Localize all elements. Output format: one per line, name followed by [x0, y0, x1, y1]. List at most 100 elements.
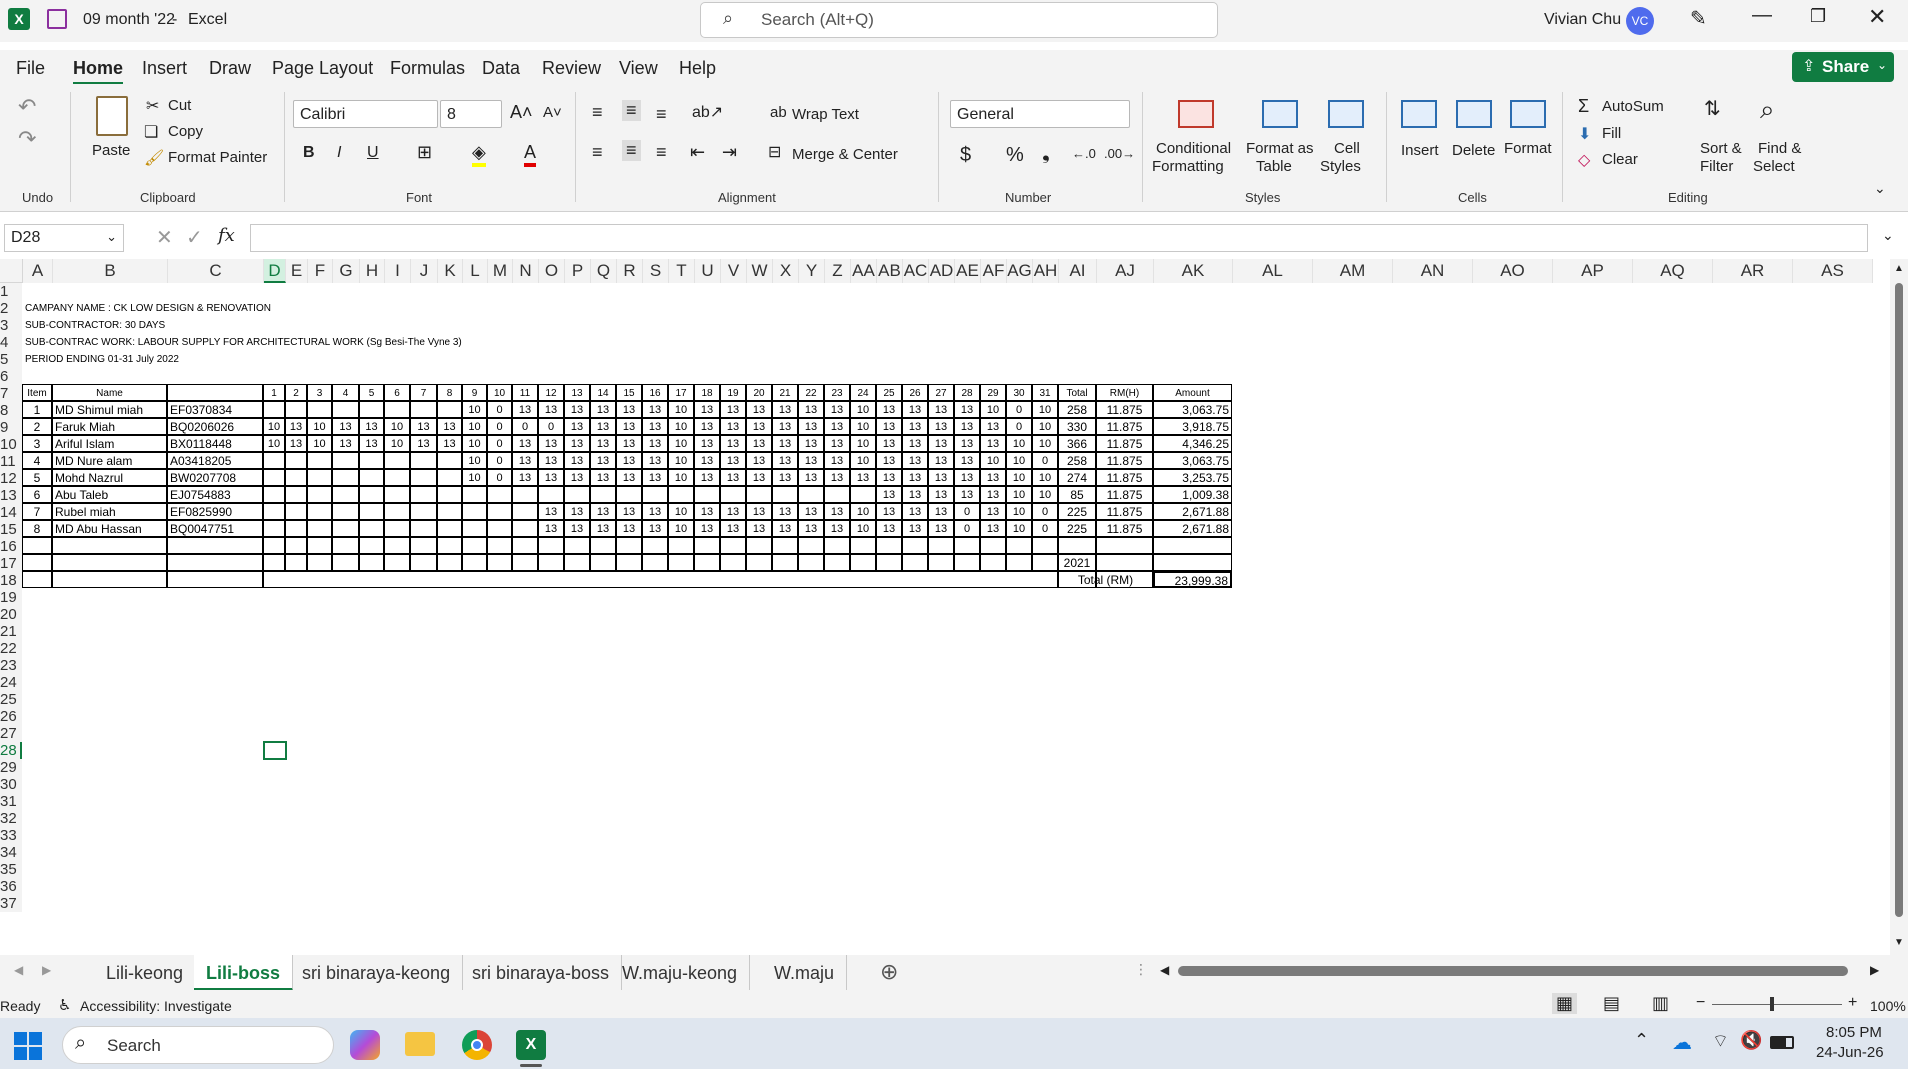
horizontal-scrollbar[interactable] [1178, 966, 1848, 976]
row-header[interactable]: 36 [0, 878, 22, 895]
table-empty-cell[interactable] [1006, 537, 1032, 554]
table-empty-cell[interactable] [263, 571, 1058, 588]
increase-indent-icon[interactable]: ⇥ [722, 142, 737, 163]
table-header-day[interactable]: 29 [980, 384, 1006, 401]
table-cell-day[interactable]: 13 [694, 520, 720, 537]
table-header-day[interactable]: 16 [642, 384, 668, 401]
table-header-day[interactable]: 30 [1006, 384, 1032, 401]
column-header[interactable]: AE [955, 259, 981, 283]
table-cell-day[interactable] [307, 503, 332, 520]
new-sheet-icon[interactable]: ⊕ [880, 959, 898, 985]
wrap-text-button[interactable]: Wrap Text [792, 106, 859, 123]
search-box[interactable]: ⌕ Search (Alt+Q) [700, 2, 1218, 38]
table-cell-name[interactable]: Rubel miah [52, 503, 167, 520]
table-cell-day[interactable]: 13 [772, 452, 798, 469]
table-cell-day[interactable]: 13 [954, 469, 980, 486]
column-header[interactable]: S [643, 259, 669, 283]
select-all-corner[interactable] [0, 259, 23, 283]
table-cell-day[interactable]: 10 [1006, 435, 1032, 452]
table-cell-day[interactable] [332, 503, 359, 520]
table-cell-day[interactable] [512, 486, 538, 503]
file-explorer-icon[interactable] [405, 1032, 435, 1056]
table-cell-day[interactable] [437, 469, 462, 486]
column-header[interactable]: AA [851, 259, 877, 283]
collapse-ribbon-icon[interactable]: ⌄ [1874, 180, 1886, 197]
table-cell-day[interactable] [512, 520, 538, 537]
taskbar-search[interactable]: ⌕ Search [62, 1026, 334, 1064]
zoom-level[interactable]: 100% [1870, 998, 1906, 1014]
table-cell-name[interactable]: Abu Taleb [52, 486, 167, 503]
menu-insert[interactable]: Insert [142, 58, 187, 79]
table-cell-day[interactable]: 13 [876, 452, 902, 469]
column-header[interactable]: G [333, 259, 360, 283]
table-cell-day[interactable]: 13 [746, 401, 772, 418]
table-header-day[interactable]: 11 [512, 384, 538, 401]
table-cell-day[interactable]: 13 [876, 418, 902, 435]
table-empty-cell[interactable] [1153, 554, 1232, 571]
table-header-day[interactable]: 8 [437, 384, 462, 401]
table-cell-day[interactable]: 13 [824, 435, 850, 452]
row-header[interactable]: 27 [0, 725, 22, 742]
table-empty-cell[interactable] [980, 554, 1006, 571]
table-empty-cell[interactable] [668, 554, 694, 571]
row-header[interactable]: 19 [0, 589, 22, 606]
row-header[interactable]: 21 [0, 623, 22, 640]
worksheet-grid[interactable]: A B C D E F G H I J K L M N O P Q R S T U V W X Y Z AA AB AC AD AE AF AG… [0, 259, 1908, 955]
table-cell-day[interactable] [384, 452, 410, 469]
tab-split-handle[interactable]: ⋮ [1134, 961, 1148, 978]
table-cell-day[interactable]: 13 [564, 435, 590, 452]
column-header[interactable]: C [168, 259, 264, 283]
row-header[interactable]: 26 [0, 708, 22, 725]
table-empty-cell[interactable] [798, 554, 824, 571]
table-cell-day[interactable]: 13 [694, 469, 720, 486]
table-cell-day[interactable]: 13 [410, 435, 437, 452]
column-header[interactable]: I [385, 259, 411, 283]
restore-icon[interactable]: ❐ [1810, 6, 1826, 27]
sheet-header-text[interactable]: CAMPANY NAME : CK LOW DESIGN & RENOVATIO… [23, 300, 271, 317]
table-empty-cell[interactable] [52, 537, 167, 554]
avatar[interactable]: VC [1626, 7, 1654, 35]
table-cell-day[interactable]: 13 [928, 418, 954, 435]
table-empty-cell[interactable] [642, 537, 668, 554]
table-cell-day[interactable] [263, 401, 285, 418]
table-cell-day[interactable]: 13 [720, 469, 746, 486]
table-cell-day[interactable]: 13 [694, 401, 720, 418]
table-cell-day[interactable]: 13 [538, 435, 564, 452]
merge-center-button[interactable]: Merge & Center [792, 146, 898, 163]
table-cell-id[interactable]: A03418205 [167, 452, 263, 469]
table-cell-day[interactable]: 13 [746, 503, 772, 520]
row-header[interactable]: 37 [0, 895, 22, 912]
function-icon[interactable]: fx [218, 225, 235, 246]
table-cell-day[interactable] [512, 503, 538, 520]
table-cell-day[interactable] [564, 486, 590, 503]
table-empty-cell[interactable] [410, 554, 437, 571]
comma-icon[interactable]: ❟ [1042, 142, 1050, 165]
row-header[interactable]: 9 [0, 419, 22, 436]
table-cell-day[interactable] [263, 486, 285, 503]
table-cell-day[interactable]: 13 [616, 401, 642, 418]
table-cell-day[interactable]: 13 [694, 435, 720, 452]
table-header-day[interactable]: 17 [668, 384, 694, 401]
column-header[interactable]: Q [591, 259, 617, 283]
table-cell-day[interactable]: 13 [564, 503, 590, 520]
borders-icon[interactable]: ⊞ [417, 142, 432, 163]
table-cell-id[interactable]: BW0207708 [167, 469, 263, 486]
table-cell-day[interactable]: 13 [512, 452, 538, 469]
table-cell-day[interactable]: 13 [538, 469, 564, 486]
column-header[interactable]: AP [1553, 259, 1633, 283]
table-cell-amount[interactable]: 3,918.75 [1153, 418, 1232, 435]
table-cell-day[interactable]: 13 [902, 435, 928, 452]
table-cell-day[interactable]: 13 [876, 469, 902, 486]
table-cell-day[interactable] [772, 486, 798, 503]
table-cell-day[interactable] [642, 486, 668, 503]
year-cell[interactable]: 2021 [1058, 554, 1096, 571]
table-cell-day[interactable] [263, 452, 285, 469]
table-empty-cell[interactable] [22, 554, 52, 571]
table-cell-day[interactable]: 13 [980, 469, 1006, 486]
table-cell-day[interactable]: 13 [928, 401, 954, 418]
table-cell-day[interactable] [384, 503, 410, 520]
user-name[interactable]: Vivian Chu [1544, 11, 1621, 29]
table-cell-day[interactable]: 13 [798, 520, 824, 537]
table-cell-day[interactable]: 13 [954, 486, 980, 503]
table-cell-day[interactable] [720, 486, 746, 503]
